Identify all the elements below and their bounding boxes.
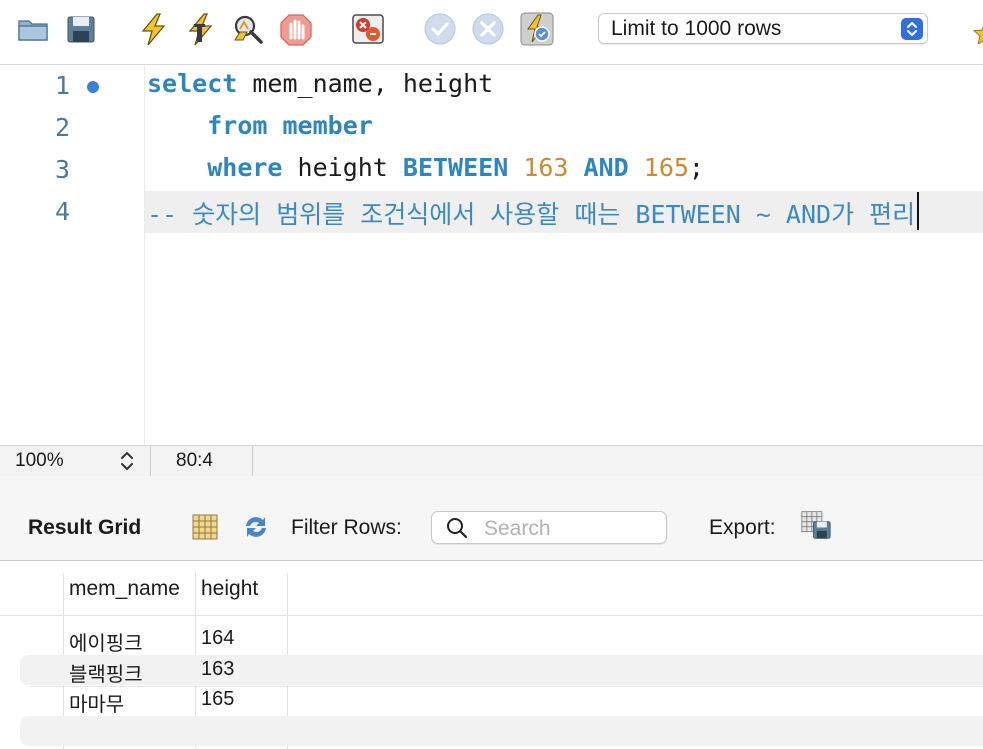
explain-icon[interactable] — [231, 12, 265, 46]
table-cell[interactable]: 165 — [201, 688, 234, 711]
autocommit-icon[interactable] — [520, 12, 554, 46]
sql-number: 163 — [523, 153, 569, 182]
sql-keyword: AND — [583, 153, 629, 182]
statement-marker-icon[interactable] — [87, 81, 99, 93]
export-label: Export: — [709, 516, 776, 539]
table-row[interactable]: 에이핑크 164 — [0, 624, 983, 656]
result-grid[interactable]: mem_name height 에이핑크 164 블랙핑크 163 마마무 16… — [0, 561, 983, 749]
rollback-icon[interactable] — [471, 12, 505, 46]
limit-rows-value: Limit to 1000 rows — [611, 17, 782, 40]
zoom-level: 100% — [15, 450, 64, 471]
code-line-4[interactable]: 4 -- 숫자의 범위를 조건식에서 사용할 때는 BETWEEN ~ AND가… — [0, 191, 983, 233]
result-grid-tab[interactable]: Result Grid — [28, 516, 141, 540]
code-line-2[interactable]: 2 from member — [0, 107, 983, 149]
zoom-stepper-icon[interactable] — [118, 448, 136, 474]
toggle-error-icon[interactable] — [351, 12, 385, 46]
table-cell[interactable]: 164 — [201, 627, 234, 650]
sql-number: 165 — [643, 153, 689, 182]
export-icon[interactable] — [801, 510, 837, 544]
save-script-icon[interactable] — [64, 12, 98, 46]
sql-keyword: where — [207, 153, 283, 182]
sql-text: height — [282, 153, 403, 182]
refresh-icon[interactable] — [241, 512, 271, 542]
editor-status-bar: 100% 80:4 — [0, 445, 983, 477]
code-line-1[interactable]: 1 select mem_name, height — [0, 65, 983, 107]
sql-comment: -- 숫자의 범위를 조건식에서 사용할 때는 BETWEEN ~ AND가 편… — [147, 200, 916, 229]
table-row[interactable]: 블랙핑크 163 — [0, 655, 983, 687]
line-number: 4 — [54, 197, 70, 226]
beautify-star-icon[interactable] — [973, 22, 983, 44]
execute-icon[interactable] — [137, 12, 171, 46]
line-number: 2 — [54, 113, 70, 142]
filter-rows-label: Filter Rows: — [291, 516, 402, 539]
empty-row — [0, 716, 983, 746]
code-text: select mem_name, height — [147, 69, 493, 98]
search-icon — [447, 518, 468, 539]
sql-keyword: BETWEEN — [402, 153, 509, 182]
commit-icon[interactable] — [423, 12, 457, 46]
column-header-mem-name[interactable]: mem_name — [69, 577, 180, 601]
cursor-position: 80:4 — [176, 450, 213, 471]
code-text: where height BETWEEN 163 AND 165; — [147, 153, 704, 182]
sql-editor-toolbar: Limit to 1000 rows — [0, 0, 983, 65]
filter-search-box[interactable] — [431, 511, 667, 544]
status-divider — [252, 446, 253, 476]
sql-text: mem_name, height — [237, 69, 494, 98]
text-caret — [917, 192, 919, 230]
sql-keyword: from — [207, 111, 268, 140]
table-cell[interactable]: 마마무 — [69, 688, 124, 717]
stop-icon[interactable] — [279, 12, 313, 46]
search-input[interactable] — [482, 514, 662, 543]
sql-keyword: member — [282, 111, 373, 140]
execute-current-icon[interactable] — [184, 12, 218, 46]
chevron-up-down-icon — [901, 18, 923, 40]
code-line-3[interactable]: 3 where height BETWEEN 163 AND 165; — [0, 149, 983, 191]
open-folder-icon[interactable] — [16, 12, 50, 46]
limit-rows-select[interactable]: Limit to 1000 rows — [598, 13, 928, 44]
sql-editor[interactable]: 1 select mem_name, height 2 from member … — [0, 65, 983, 445]
code-text: from member — [147, 111, 373, 140]
line-number: 3 — [54, 155, 70, 184]
line-number: 1 — [54, 71, 70, 100]
grid-columns-icon[interactable] — [190, 512, 220, 542]
status-divider — [150, 446, 151, 476]
column-header-height[interactable]: height — [201, 577, 258, 601]
sql-keyword: select — [147, 69, 238, 98]
code-text: -- 숫자의 범위를 조건식에서 사용할 때는 BETWEEN ~ AND가 편… — [147, 195, 915, 231]
sql-text: ; — [688, 153, 704, 182]
header-divider — [0, 615, 983, 616]
result-toolbar: Result Grid Filter Rows: Export: — [0, 476, 983, 561]
table-cell[interactable]: 에이핑크 — [69, 627, 143, 656]
table-cell[interactable]: 블랙핑크 — [69, 658, 143, 687]
table-row[interactable]: 마마무 165 — [0, 685, 983, 717]
table-cell[interactable]: 163 — [201, 658, 234, 681]
